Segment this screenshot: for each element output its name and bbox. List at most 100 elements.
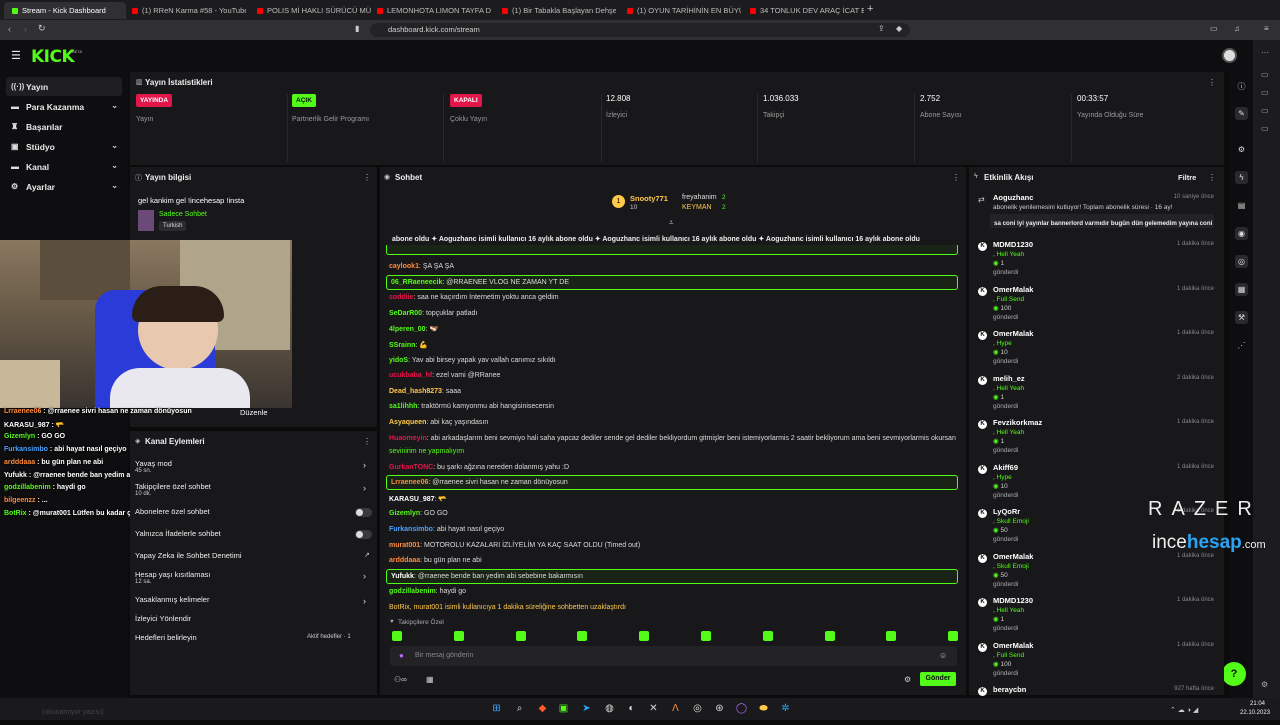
url-field[interactable]: dashboard.kick.com/stream (370, 23, 910, 37)
avatar[interactable] (1222, 48, 1237, 63)
chat-username[interactable]: caylook1 (389, 263, 419, 270)
chat-username[interactable]: ardddaaa (389, 557, 420, 564)
menu-icon[interactable]: ≡ (1264, 24, 1269, 33)
side-panel-gear-icon[interactable]: ⚙ (1261, 680, 1268, 689)
chat-username[interactable]: Huaomeyin (389, 435, 427, 442)
activity-user[interactable]: melih_ez (993, 374, 1025, 383)
browser-tab[interactable]: Stream - Kick Dashboard (4, 2, 126, 19)
filter-button[interactable]: Filtre (1178, 173, 1196, 182)
support-chat-button[interactable]: ? (1222, 662, 1246, 686)
browser-tab[interactable]: 34 TONLUK DEV ARAÇ İCAT EDİP BU (742, 2, 864, 19)
chat-username[interactable]: SSrainn (389, 342, 415, 349)
gear-icon[interactable]: ⚙ (1235, 143, 1248, 156)
sidebar-item-0[interactable]: ((·)) Yayın (6, 77, 122, 96)
category-link[interactable]: Sadece Sohbet (159, 211, 207, 218)
app-icon[interactable]: Λ (669, 702, 682, 715)
share-nodes-icon[interactable]: ⋰ (1235, 339, 1248, 352)
activity-user[interactable]: Aoguzhanc (993, 193, 1033, 202)
search-icon[interactable]: ⌕ (513, 702, 526, 715)
app-icon[interactable]: ⊛ (713, 702, 726, 715)
emote-icon[interactable] (762, 631, 773, 641)
app-icon[interactable]: ✕ (647, 702, 660, 715)
chat-username[interactable]: KARASU_987 (389, 496, 435, 503)
emoji-icon[interactable]: ☺ (939, 651, 947, 660)
activity-user[interactable]: LyQoRr (993, 507, 1020, 516)
sidebar-item-2[interactable]: ♜ Başarılar (6, 117, 122, 136)
info-icon[interactable]: ⓘ (1235, 80, 1248, 93)
chat-username[interactable]: 06_RRaeneecik (391, 279, 442, 286)
chat-username[interactable]: Lrraenee06 (391, 479, 428, 486)
channel-action-row[interactable]: Takipçilere özel sohbet 10 dk. › (135, 481, 373, 499)
stream-info-menu-icon[interactable]: ⋮ (363, 173, 371, 182)
channel-action-row[interactable]: Yalnızca İfadelerle sohbet (135, 528, 373, 546)
side-panel-icon[interactable]: ▭ (1261, 88, 1269, 97)
app-icon[interactable]: ✲ (779, 702, 792, 715)
chat-username[interactable]: GurkanTONC (389, 464, 433, 471)
channel-action-row[interactable]: Yavaş mod 45 sn. › (135, 458, 373, 476)
chat-username[interactable]: yidoS (389, 357, 408, 364)
sidebar-item-3[interactable]: ▣ Stüdyo ⌄ (6, 137, 122, 156)
document-icon[interactable]: ▤ (1235, 199, 1248, 212)
shield-icon[interactable]: ◆ (896, 24, 902, 33)
activity-user[interactable]: Fevzikorkmaz (993, 418, 1042, 427)
emote-icon[interactable] (886, 631, 897, 641)
chat-username[interactable]: sa1lihhh (389, 403, 417, 410)
emote-icon[interactable] (639, 631, 650, 641)
app-icon[interactable]: ◯ (735, 702, 748, 715)
sidebar-item-1[interactable]: ▬ Para Kazanma ⌄ (6, 97, 122, 116)
activity-user[interactable]: OmerMalak (993, 552, 1033, 561)
reload-icon[interactable]: ↻ (38, 23, 46, 34)
chat-bubble-icon[interactable]: ◉ (1235, 227, 1248, 240)
gifter-name[interactable]: Snooty771 (630, 194, 668, 203)
edit-stream-info-button[interactable]: Düzenle (240, 408, 268, 417)
emote-icon[interactable] (577, 631, 588, 641)
back-icon[interactable]: ‹ (8, 24, 11, 34)
clock-date[interactable]: 22.10.2023 (1240, 710, 1270, 716)
toggle-switch[interactable] (355, 530, 372, 539)
channel-action-row[interactable]: Hedefleri belirleyin Aktif hedefler · 1 (135, 632, 373, 650)
browser-tab[interactable]: (1) Bir Tabakla Başlayan Dehşet: İvan (494, 2, 616, 19)
chat-menu-icon[interactable]: ⋮ (952, 173, 960, 182)
activity-user[interactable]: beraycbn (993, 685, 1026, 694)
bookmark-icon[interactable]: ▮ (355, 24, 359, 33)
app-icon[interactable]: ▣ (557, 702, 570, 715)
forward-icon[interactable]: › (24, 24, 27, 34)
collapse-icon[interactable]: ⩡ (669, 218, 674, 228)
gifter-name[interactable]: KEYMAN (682, 204, 712, 211)
telegram-icon[interactable]: ➤ (580, 702, 593, 715)
activity-user[interactable]: MDMD1230 (993, 240, 1033, 249)
windows-start-icon[interactable]: ⊞ (490, 702, 503, 715)
gifter-name[interactable]: freyahanim (682, 194, 717, 201)
chat-input[interactable]: ● Bir mesaj gönderin ☺ (390, 646, 957, 666)
music-icon[interactable]: ♫ (1234, 24, 1240, 33)
side-panel-icon[interactable]: ▭ (1261, 124, 1269, 133)
side-panel-icon[interactable]: ▭ (1261, 70, 1269, 79)
emote-icon[interactable] (515, 631, 526, 641)
side-panel-icon[interactable]: ⋯ (1261, 48, 1269, 57)
clock-time[interactable]: 21:04 (1250, 701, 1265, 707)
chat-username[interactable]: Furkansimbo (389, 526, 433, 533)
send-button[interactable]: Gönder (920, 672, 956, 686)
channel-action-row[interactable]: Hesap yaşı kısıtlaması 12 sa. › (135, 569, 373, 587)
side-panel-icon[interactable]: ▭ (1261, 106, 1269, 115)
system-tray[interactable]: ⌃ ☁ ◑ ◢ (1170, 706, 1198, 714)
edit-icon[interactable]: ✎ (1235, 107, 1248, 120)
chat-username[interactable]: 4lperen_00 (389, 326, 426, 333)
wrench-icon[interactable]: ⚒ (1235, 311, 1248, 324)
channel-action-row[interactable]: Yasaklanmış kelimeler › (135, 594, 373, 612)
emote-icon[interactable] (824, 631, 835, 641)
app-icon[interactable]: ◐ (625, 702, 638, 715)
chat-username[interactable]: SeDarR00 (389, 310, 422, 317)
chat-username[interactable]: Gizemlyn (389, 510, 420, 517)
chat-username[interactable]: ucukbaba_hf (389, 372, 432, 379)
sidebar-item-5[interactable]: ⚙ Ayarlar ⌄ (6, 177, 122, 196)
share-icon[interactable]: ⇪ (878, 24, 885, 33)
chat-username[interactable]: Dead_hash8273 (389, 388, 442, 395)
hamburger-icon[interactable]: ☰ (11, 49, 21, 62)
activity-user[interactable]: MDMD1230 (993, 596, 1033, 605)
channel-actions-menu-icon[interactable]: ⋮ (363, 437, 371, 446)
moderation-icons[interactable]: ⚇∞ (394, 675, 407, 684)
app-icon[interactable]: ⬬ (757, 702, 770, 715)
bolt-icon[interactable]: ϟ (1235, 171, 1248, 184)
channel-action-row[interactable]: Abonelere özel sohbet (135, 506, 373, 524)
